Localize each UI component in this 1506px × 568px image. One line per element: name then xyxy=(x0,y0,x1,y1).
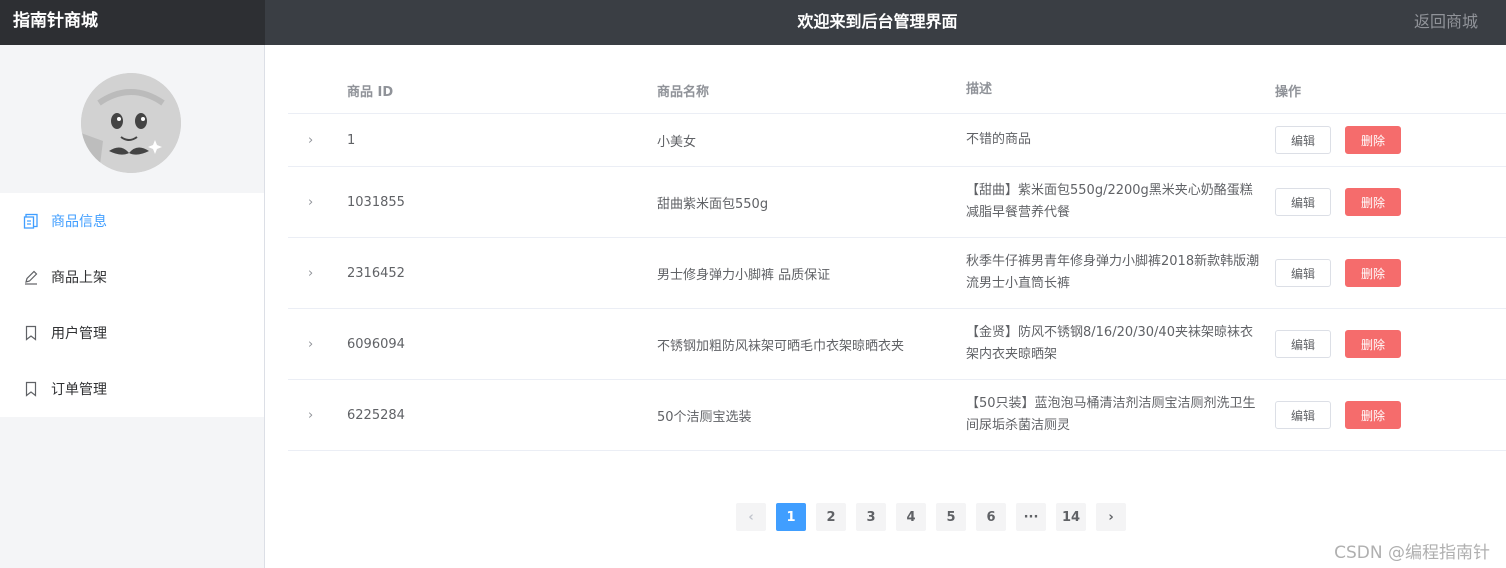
next-page-icon[interactable]: › xyxy=(1096,503,1126,531)
delete-button[interactable]: 删除 xyxy=(1345,259,1401,287)
table-row: › 2316452 男士修身弹力小脚裤 品质保证 秋季牛仔裤男青年修身弹力小脚裤… xyxy=(288,238,1506,309)
page-title: 欢迎来到后台管理界面 xyxy=(797,12,958,31)
table-row: › 6096094 不锈钢加粗防风袜架可晒毛巾衣架晾晒衣夹 【金贤】防风不锈钢8… xyxy=(288,309,1506,380)
sidebar-item-order-management[interactable]: 订单管理 xyxy=(0,361,264,417)
column-header-id: 商品 ID xyxy=(347,84,394,100)
page-button[interactable]: 6 xyxy=(976,503,1006,531)
edit-button[interactable]: 编辑 xyxy=(1275,188,1331,216)
page-button[interactable]: 1 xyxy=(776,503,806,531)
bookmark-icon xyxy=(22,380,40,398)
cell-id: 1031855 xyxy=(347,194,405,210)
sidebar-item-user-management[interactable]: 用户管理 xyxy=(0,305,264,361)
cell-ops: 编辑 删除 xyxy=(1275,259,1506,287)
bookmark-icon xyxy=(22,324,40,342)
cell-name: 不锈钢加粗防风袜架可晒毛巾衣架晾晒衣夹 xyxy=(657,338,905,354)
document-icon xyxy=(22,212,40,230)
page-button[interactable]: 5 xyxy=(936,503,966,531)
table-row: › 1 小美女 不错的商品 编辑 删除 xyxy=(288,114,1506,167)
edit-button[interactable]: 编辑 xyxy=(1275,401,1331,429)
delete-button[interactable]: 删除 xyxy=(1345,126,1401,154)
page-button[interactable]: 14 xyxy=(1056,503,1086,531)
column-header-ops: 操作 xyxy=(1275,84,1302,100)
column-header-name: 商品名称 xyxy=(657,84,710,100)
cell-name: 男士修身弹力小脚裤 品质保证 xyxy=(657,267,831,283)
expand-chevron-icon[interactable]: › xyxy=(288,195,347,210)
edit-button[interactable]: 编辑 xyxy=(1275,259,1331,287)
table-row: › 6225284 50个洁厕宝选装 【50只装】蓝泡泡马桶清洁剂洁厕宝洁厕剂洗… xyxy=(288,380,1506,451)
prev-page-icon[interactable]: ‹ xyxy=(736,503,766,531)
cell-ops: 编辑 删除 xyxy=(1275,401,1506,429)
cell-desc: 【50只装】蓝泡泡马桶清洁剂洁厕宝洁厕剂洗卫生间尿垢杀菌洁厕灵 xyxy=(966,396,1256,433)
page-button[interactable]: 4 xyxy=(896,503,926,531)
edit-button[interactable]: 编辑 xyxy=(1275,330,1331,358)
table-row: › 1031855 甜曲紫米面包550g 【甜曲】紫米面包550g/2200g黑… xyxy=(288,167,1506,238)
sidebar-menu: 商品信息 商品上架 用户管理 订单管理 xyxy=(0,193,264,417)
pagination: ‹ 1 2 3 4 5 6 ··· 14 › xyxy=(736,503,1126,531)
cell-desc: 【金贤】防风不锈钢8/16/20/30/40夹袜架晾袜衣架内衣夹晾晒架 xyxy=(966,325,1253,362)
pencil-icon xyxy=(22,268,40,286)
cell-name: 小美女 xyxy=(657,134,697,150)
expand-chevron-icon[interactable]: › xyxy=(288,133,347,148)
cell-ops: 编辑 删除 xyxy=(1275,126,1506,154)
table-header: 商品 ID 商品名称 描述 操作 xyxy=(288,45,1506,114)
cell-id: 6096094 xyxy=(347,336,405,352)
expand-chevron-icon[interactable]: › xyxy=(288,266,347,281)
sidebar-item-product-listing[interactable]: 商品上架 xyxy=(0,249,264,305)
avatar-area xyxy=(0,45,264,193)
expand-chevron-icon[interactable]: › xyxy=(288,337,347,352)
sidebar-item-label: 商品信息 xyxy=(51,214,107,230)
cell-desc: 不错的商品 xyxy=(966,132,1032,147)
cell-id: 2316452 xyxy=(347,265,405,281)
brand-title: 指南针商城 xyxy=(0,0,265,45)
cell-desc: 【甜曲】紫米面包550g/2200g黑米夹心奶酪蛋糕减脂早餐营养代餐 xyxy=(966,183,1253,220)
cell-ops: 编辑 删除 xyxy=(1275,330,1506,358)
sidebar: 商品信息 商品上架 用户管理 订单管理 xyxy=(0,45,265,568)
back-to-shop-link[interactable]: 返回商城 xyxy=(1414,0,1478,44)
delete-button[interactable]: 删除 xyxy=(1345,330,1401,358)
more-pages-button[interactable]: ··· xyxy=(1016,503,1046,531)
expand-chevron-icon[interactable]: › xyxy=(288,408,347,423)
cell-id: 1 xyxy=(347,132,356,148)
cell-name: 甜曲紫米面包550g xyxy=(657,196,769,212)
edit-button[interactable]: 编辑 xyxy=(1275,126,1331,154)
top-header: 指南针商城 欢迎来到后台管理界面 返回商城 xyxy=(0,0,1506,45)
column-header-desc: 描述 xyxy=(966,82,993,97)
sidebar-item-label: 用户管理 xyxy=(51,326,107,342)
delete-button[interactable]: 删除 xyxy=(1345,401,1401,429)
sidebar-item-label: 订单管理 xyxy=(51,382,107,398)
product-table: 商品 ID 商品名称 描述 操作 › 1 小美女 不错的商品 编辑 删除 › 1… xyxy=(288,45,1506,451)
sidebar-item-label: 商品上架 xyxy=(51,270,107,286)
delete-button[interactable]: 删除 xyxy=(1345,188,1401,216)
cell-ops: 编辑 删除 xyxy=(1275,188,1506,216)
watermark: CSDN @编程指南针 xyxy=(1334,543,1490,563)
cell-id: 6225284 xyxy=(347,407,405,423)
sidebar-item-product-info[interactable]: 商品信息 xyxy=(0,193,264,249)
cell-name: 50个洁厕宝选装 xyxy=(657,409,752,425)
page-button[interactable]: 2 xyxy=(816,503,846,531)
cell-desc: 秋季牛仔裤男青年修身弹力小脚裤2018新款韩版潮流男士小直筒长裤 xyxy=(966,254,1260,291)
avatar xyxy=(81,73,181,173)
page-button[interactable]: 3 xyxy=(856,503,886,531)
